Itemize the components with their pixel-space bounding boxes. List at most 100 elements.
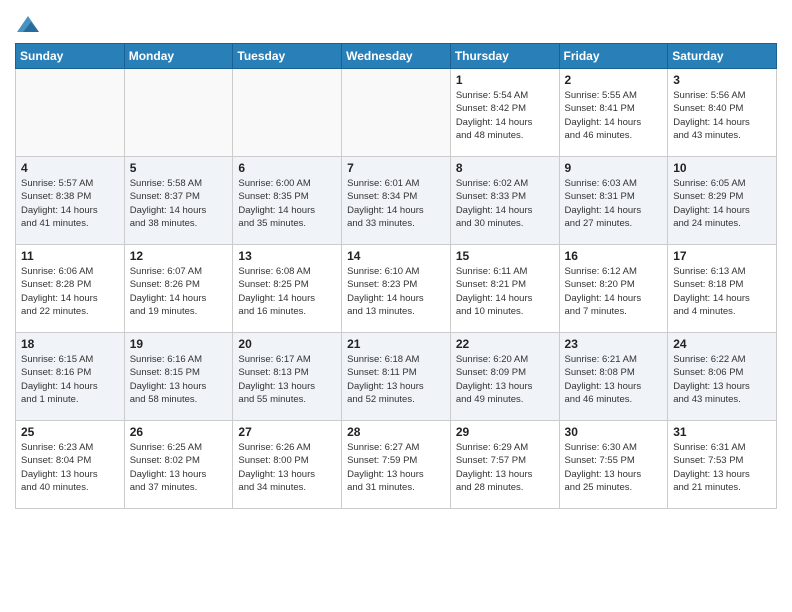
- calendar-table: SundayMondayTuesdayWednesdayThursdayFrid…: [15, 43, 777, 509]
- day-info: Sunrise: 6:06 AM Sunset: 8:28 PM Dayligh…: [21, 265, 119, 318]
- day-number: 26: [130, 425, 228, 439]
- day-info: Sunrise: 5:57 AM Sunset: 8:38 PM Dayligh…: [21, 177, 119, 230]
- day-number: 2: [565, 73, 663, 87]
- day-cell: 2 Sunrise: 5:55 AM Sunset: 8:41 PM Daylig…: [559, 68, 668, 156]
- day-cell: 12 Sunrise: 6:07 AM Sunset: 8:26 PM Dayli…: [124, 244, 233, 332]
- day-number: 10: [673, 161, 771, 175]
- day-info: Sunrise: 6:11 AM Sunset: 8:21 PM Dayligh…: [456, 265, 554, 318]
- day-info: Sunrise: 5:55 AM Sunset: 8:41 PM Dayligh…: [565, 89, 663, 142]
- day-info: Sunrise: 5:56 AM Sunset: 8:40 PM Dayligh…: [673, 89, 771, 142]
- day-number: 8: [456, 161, 554, 175]
- day-cell: 7 Sunrise: 6:01 AM Sunset: 8:34 PM Daylig…: [342, 156, 451, 244]
- day-number: 18: [21, 337, 119, 351]
- day-cell: 14 Sunrise: 6:10 AM Sunset: 8:23 PM Dayli…: [342, 244, 451, 332]
- day-number: 31: [673, 425, 771, 439]
- day-number: 6: [238, 161, 336, 175]
- day-info: Sunrise: 6:29 AM Sunset: 7:57 PM Dayligh…: [456, 441, 554, 494]
- day-number: 7: [347, 161, 445, 175]
- day-cell: 19 Sunrise: 6:16 AM Sunset: 8:15 PM Dayli…: [124, 332, 233, 420]
- logo: [15, 14, 39, 35]
- day-number: 23: [565, 337, 663, 351]
- day-number: 15: [456, 249, 554, 263]
- day-cell: 11 Sunrise: 6:06 AM Sunset: 8:28 PM Dayli…: [16, 244, 125, 332]
- day-cell: 18 Sunrise: 6:15 AM Sunset: 8:16 PM Dayli…: [16, 332, 125, 420]
- day-info: Sunrise: 6:15 AM Sunset: 8:16 PM Dayligh…: [21, 353, 119, 406]
- day-header-saturday: Saturday: [668, 43, 777, 68]
- day-info: Sunrise: 6:27 AM Sunset: 7:59 PM Dayligh…: [347, 441, 445, 494]
- day-info: Sunrise: 5:58 AM Sunset: 8:37 PM Dayligh…: [130, 177, 228, 230]
- day-number: 19: [130, 337, 228, 351]
- day-number: 16: [565, 249, 663, 263]
- day-number: 24: [673, 337, 771, 351]
- day-number: 9: [565, 161, 663, 175]
- day-number: 3: [673, 73, 771, 87]
- day-cell: 5 Sunrise: 5:58 AM Sunset: 8:37 PM Daylig…: [124, 156, 233, 244]
- day-number: 12: [130, 249, 228, 263]
- day-info: Sunrise: 6:13 AM Sunset: 8:18 PM Dayligh…: [673, 265, 771, 318]
- day-number: 27: [238, 425, 336, 439]
- day-info: Sunrise: 6:17 AM Sunset: 8:13 PM Dayligh…: [238, 353, 336, 406]
- week-row-4: 18 Sunrise: 6:15 AM Sunset: 8:16 PM Dayli…: [16, 332, 777, 420]
- day-number: 29: [456, 425, 554, 439]
- day-cell: [16, 68, 125, 156]
- day-info: Sunrise: 6:20 AM Sunset: 8:09 PM Dayligh…: [456, 353, 554, 406]
- day-number: 17: [673, 249, 771, 263]
- day-cell: 8 Sunrise: 6:02 AM Sunset: 8:33 PM Daylig…: [450, 156, 559, 244]
- day-cell: 20 Sunrise: 6:17 AM Sunset: 8:13 PM Dayli…: [233, 332, 342, 420]
- day-info: Sunrise: 6:31 AM Sunset: 7:53 PM Dayligh…: [673, 441, 771, 494]
- day-cell: 28 Sunrise: 6:27 AM Sunset: 7:59 PM Dayli…: [342, 420, 451, 508]
- day-cell: 22 Sunrise: 6:20 AM Sunset: 8:09 PM Dayli…: [450, 332, 559, 420]
- day-info: Sunrise: 6:01 AM Sunset: 8:34 PM Dayligh…: [347, 177, 445, 230]
- day-info: Sunrise: 6:02 AM Sunset: 8:33 PM Dayligh…: [456, 177, 554, 230]
- day-cell: 9 Sunrise: 6:03 AM Sunset: 8:31 PM Daylig…: [559, 156, 668, 244]
- day-header-tuesday: Tuesday: [233, 43, 342, 68]
- day-number: 22: [456, 337, 554, 351]
- day-cell: 6 Sunrise: 6:00 AM Sunset: 8:35 PM Daylig…: [233, 156, 342, 244]
- day-info: Sunrise: 6:21 AM Sunset: 8:08 PM Dayligh…: [565, 353, 663, 406]
- day-number: 11: [21, 249, 119, 263]
- week-row-1: 1Sunrise: 5:54 AM Sunset: 8:42 PM Daylig…: [16, 68, 777, 156]
- header: [15, 10, 777, 35]
- day-cell: 13 Sunrise: 6:08 AM Sunset: 8:25 PM Dayli…: [233, 244, 342, 332]
- day-cell: [342, 68, 451, 156]
- day-header-friday: Friday: [559, 43, 668, 68]
- header-row: SundayMondayTuesdayWednesdayThursdayFrid…: [16, 43, 777, 68]
- day-number: 20: [238, 337, 336, 351]
- day-info: Sunrise: 6:30 AM Sunset: 7:55 PM Dayligh…: [565, 441, 663, 494]
- day-cell: 31 Sunrise: 6:31 AM Sunset: 7:53 PM Dayli…: [668, 420, 777, 508]
- day-number: 30: [565, 425, 663, 439]
- day-number: 21: [347, 337, 445, 351]
- day-cell: [124, 68, 233, 156]
- day-number: 13: [238, 249, 336, 263]
- day-header-sunday: Sunday: [16, 43, 125, 68]
- day-number: 5: [130, 161, 228, 175]
- day-cell: 24Sunrise: 6:22 AM Sunset: 8:06 PM Dayli…: [668, 332, 777, 420]
- day-info: Sunrise: 6:16 AM Sunset: 8:15 PM Dayligh…: [130, 353, 228, 406]
- week-row-5: 25Sunrise: 6:23 AM Sunset: 8:04 PM Dayli…: [16, 420, 777, 508]
- day-info: Sunrise: 6:10 AM Sunset: 8:23 PM Dayligh…: [347, 265, 445, 318]
- day-cell: 26 Sunrise: 6:25 AM Sunset: 8:02 PM Dayli…: [124, 420, 233, 508]
- day-info: Sunrise: 6:03 AM Sunset: 8:31 PM Dayligh…: [565, 177, 663, 230]
- day-header-monday: Monday: [124, 43, 233, 68]
- day-cell: [233, 68, 342, 156]
- day-cell: 25Sunrise: 6:23 AM Sunset: 8:04 PM Dayli…: [16, 420, 125, 508]
- day-number: 14: [347, 249, 445, 263]
- day-header-thursday: Thursday: [450, 43, 559, 68]
- week-row-3: 11 Sunrise: 6:06 AM Sunset: 8:28 PM Dayli…: [16, 244, 777, 332]
- day-info: Sunrise: 6:23 AM Sunset: 8:04 PM Dayligh…: [21, 441, 119, 494]
- week-row-2: 4Sunrise: 5:57 AM Sunset: 8:38 PM Daylig…: [16, 156, 777, 244]
- day-info: Sunrise: 6:18 AM Sunset: 8:11 PM Dayligh…: [347, 353, 445, 406]
- day-cell: 3 Sunrise: 5:56 AM Sunset: 8:40 PM Daylig…: [668, 68, 777, 156]
- day-info: Sunrise: 6:08 AM Sunset: 8:25 PM Dayligh…: [238, 265, 336, 318]
- day-number: 28: [347, 425, 445, 439]
- day-info: Sunrise: 6:07 AM Sunset: 8:26 PM Dayligh…: [130, 265, 228, 318]
- day-info: Sunrise: 6:05 AM Sunset: 8:29 PM Dayligh…: [673, 177, 771, 230]
- logo-general: [15, 14, 39, 35]
- day-cell: 30 Sunrise: 6:30 AM Sunset: 7:55 PM Dayli…: [559, 420, 668, 508]
- day-info: Sunrise: 6:26 AM Sunset: 8:00 PM Dayligh…: [238, 441, 336, 494]
- day-info: Sunrise: 6:25 AM Sunset: 8:02 PM Dayligh…: [130, 441, 228, 494]
- day-header-wednesday: Wednesday: [342, 43, 451, 68]
- day-cell: 15 Sunrise: 6:11 AM Sunset: 8:21 PM Dayli…: [450, 244, 559, 332]
- logo-icon: [17, 14, 39, 34]
- day-info: Sunrise: 6:00 AM Sunset: 8:35 PM Dayligh…: [238, 177, 336, 230]
